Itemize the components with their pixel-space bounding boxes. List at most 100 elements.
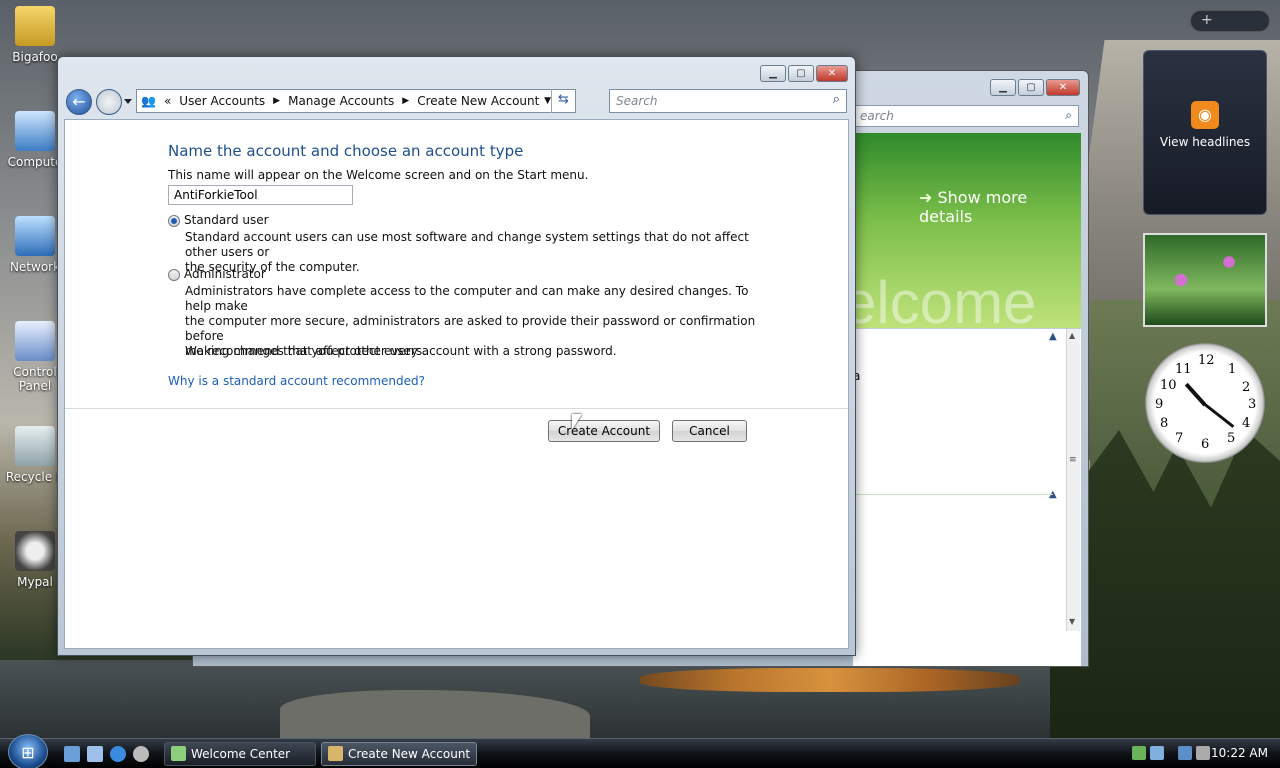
windows-logo-icon: ⊞ [21, 743, 35, 762]
standard-user-radio[interactable] [168, 215, 180, 227]
close-button[interactable]: ✕ [816, 65, 848, 82]
breadcrumb-overflow[interactable]: « [164, 94, 171, 108]
mypal-icon [15, 531, 55, 571]
sidebar-add-gadget-button[interactable]: + [1190, 10, 1270, 32]
clock-gadget[interactable]: 12 1 2 3 4 5 6 7 8 9 10 11 [1145, 343, 1265, 463]
back-button[interactable]: ← [66, 89, 92, 115]
control-panel-icon [15, 321, 55, 361]
minimize-button[interactable]: ▁ [760, 65, 786, 82]
breadcrumb-create-new-account[interactable]: Create New Account [417, 94, 539, 108]
clock-number: 12 [1198, 353, 1215, 368]
vertical-scrollbar[interactable]: ▲ ≡ ▼ [1066, 329, 1080, 631]
taskbar-item-welcome-center[interactable]: Welcome Center [164, 742, 316, 766]
welcome-content-pane: a ▲ ▲ [853, 329, 1081, 666]
search-placeholder: Search [616, 94, 658, 108]
plus-icon: + [1201, 12, 1213, 28]
desktop-sunset-reflection [640, 668, 1020, 692]
volume-muted-icon[interactable] [1196, 746, 1210, 760]
scroll-up-icon[interactable]: ▲ [1069, 331, 1075, 340]
scroll-thumb-grip-icon[interactable]: ≡ [1069, 455, 1077, 465]
clock-number: 7 [1175, 431, 1184, 446]
network-icon [15, 216, 55, 256]
address-bar[interactable]: 👥 « User Accounts ▶ Manage Accounts ▶ Cr… [136, 89, 576, 113]
taskbar-item-create-new-account[interactable]: Create New Account [321, 742, 477, 766]
create-new-account-window[interactable]: ▁ ▢ ✕ ← 👥 « User Accounts ▶ Manage Accou… [57, 56, 856, 656]
description-line: the security of the computer. [185, 260, 360, 274]
clock-number: 3 [1248, 397, 1257, 412]
search-icon: ⌕ [1065, 108, 1072, 122]
password-recommendation: We recommend that you protect every acco… [185, 344, 617, 358]
taskbar-item-label: Create New Account [348, 747, 471, 761]
user-accounts-icon [328, 746, 343, 761]
description-line: Administrators have complete access to t… [185, 284, 749, 313]
navigation-bar: ← 👥 « User Accounts ▶ Manage Accounts ▶ … [66, 87, 849, 115]
tray-windows-sidebar-icon[interactable] [1150, 746, 1164, 760]
collapse-icon[interactable]: ▲ [1049, 331, 1057, 342]
clock-number: 5 [1227, 431, 1236, 446]
internet-explorer-icon[interactable] [110, 746, 126, 762]
taskbar-clock[interactable]: 10:22 AM [1211, 746, 1268, 760]
feed-headlines-gadget[interactable]: ◉ View headlines [1143, 50, 1267, 215]
minimize-button[interactable]: ▁ [990, 79, 1016, 96]
breadcrumb-user-accounts[interactable]: User Accounts [179, 94, 265, 108]
clock-number: 6 [1201, 437, 1210, 452]
switch-windows-icon[interactable] [87, 746, 103, 762]
clock-number: 4 [1242, 416, 1251, 431]
name-hint: This name will appear on the Welcome scr… [168, 168, 589, 182]
standard-user-description: Standard account users can use most soft… [185, 230, 765, 275]
administrator-radio[interactable] [168, 269, 180, 281]
standard-user-label[interactable]: Standard user [184, 213, 269, 227]
search-icon[interactable]: ⌕ [833, 92, 840, 107]
cancel-button[interactable]: Cancel [672, 420, 747, 442]
show-more-details-label: Show more details [919, 188, 1028, 226]
feed-gadget-label: View headlines [1159, 135, 1251, 149]
search-placeholder: earch [860, 109, 894, 123]
start-button[interactable]: ⊞ [8, 734, 48, 768]
welcome-banner-text: elcome [853, 269, 1037, 328]
desktop-icon-bigafoo[interactable]: Bigafoo [0, 6, 70, 64]
welcome-center-icon [171, 746, 186, 761]
forward-button[interactable] [96, 89, 122, 115]
administrator-label[interactable]: Administrator [184, 267, 266, 281]
account-name-input[interactable] [168, 185, 353, 205]
show-desktop-icon[interactable] [64, 746, 80, 762]
clock-number: 2 [1242, 380, 1251, 395]
breadcrumb-manage-accounts[interactable]: Manage Accounts [288, 94, 394, 108]
rss-icon: ◉ [1191, 101, 1219, 129]
mouse-cursor [572, 414, 582, 430]
refresh-icon[interactable]: ⇆ [551, 89, 575, 113]
welcome-search-input[interactable]: earch ⌕ [853, 105, 1079, 127]
show-more-details-link[interactable]: ➜ Show more details [919, 188, 1081, 226]
clock-number: 8 [1160, 416, 1169, 431]
clock-minute-hand [1204, 403, 1235, 428]
scroll-down-icon[interactable]: ▼ [1069, 617, 1075, 626]
description-line: Standard account users can use most soft… [185, 230, 749, 259]
clock-number: 10 [1160, 378, 1177, 393]
close-button[interactable]: ✕ [1046, 79, 1080, 96]
section-divider [853, 494, 1053, 495]
clock-hour-hand [1184, 382, 1207, 407]
create-account-button[interactable]: Create Account [548, 420, 660, 442]
recycle-bin-icon [15, 426, 55, 466]
taskbar-item-label: Welcome Center [191, 747, 291, 761]
computer-icon [15, 111, 55, 151]
clock-number: 9 [1155, 397, 1164, 412]
recent-pages-dropdown-icon[interactable] [124, 99, 132, 104]
maximize-button[interactable]: ▢ [788, 65, 814, 82]
maximize-button[interactable]: ▢ [1018, 79, 1044, 96]
network-icon[interactable] [1178, 746, 1192, 760]
address-dropdown-icon[interactable]: ▼ [544, 96, 551, 106]
description-line: the computer more secure, administrators… [185, 314, 756, 343]
breadcrumb-arrow-icon[interactable]: ▶ [402, 96, 409, 106]
folder-icon [15, 6, 55, 46]
system-tray: 10:22 AM [1128, 742, 1280, 766]
arrow-left-icon: ← [72, 92, 86, 111]
standard-account-help-link[interactable]: Why is a standard account recommended? [168, 374, 425, 388]
arrow-right-icon: ➜ [919, 188, 933, 207]
mypal-quicklaunch-icon[interactable] [133, 746, 149, 762]
taskbar: ⊞ Welcome Center Create New Account 10:2… [0, 734, 1280, 768]
slideshow-gadget[interactable] [1143, 233, 1267, 327]
tray-security-icon[interactable] [1132, 746, 1146, 760]
search-input[interactable]: Search ⌕ [609, 89, 847, 113]
breadcrumb-arrow-icon[interactable]: ▶ [273, 96, 280, 106]
